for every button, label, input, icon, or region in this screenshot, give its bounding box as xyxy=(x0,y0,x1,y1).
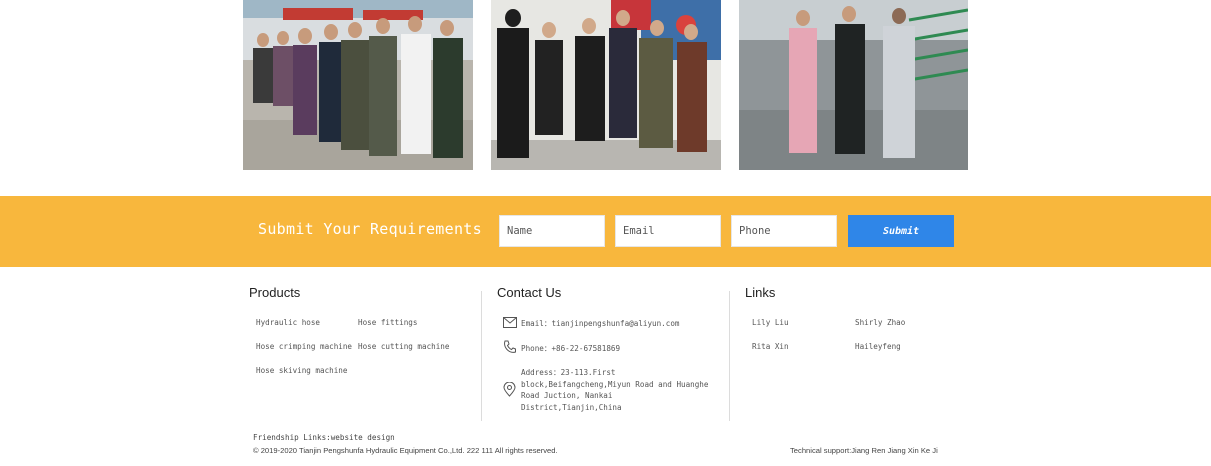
team-photo-2 xyxy=(491,0,721,170)
team-photo-2-image xyxy=(491,0,721,170)
product-link-hydraulic-hose[interactable]: Hydraulic hose xyxy=(256,318,320,327)
email-link[interactable]: tianjinpengshunfa@aliyun.com xyxy=(551,319,679,328)
link-shirly-zhao[interactable]: Shirly Zhao xyxy=(855,318,905,327)
product-link-hose-fittings[interactable]: Hose fittings xyxy=(358,318,417,327)
address-label: Address： xyxy=(521,368,561,377)
website-design-link[interactable]: website design xyxy=(331,433,395,442)
team-photo-3-image xyxy=(739,0,968,170)
phone-input[interactable] xyxy=(731,215,837,247)
links-title: Links xyxy=(745,285,776,300)
email-label: Email： xyxy=(521,319,552,328)
contact-title: Contact Us xyxy=(497,285,562,300)
email-input[interactable] xyxy=(615,215,721,247)
products-title: Products xyxy=(249,285,301,300)
product-link-hose-cutting-machine[interactable]: Hose cutting machine xyxy=(358,342,449,351)
friendship-links: Friendship Links:website design xyxy=(253,433,395,442)
team-photo-1-image xyxy=(243,0,473,170)
location-icon xyxy=(503,381,516,402)
phone-label: Phone： xyxy=(521,344,552,353)
product-link-hose-skiving-machine[interactable]: Hose skiving machine xyxy=(256,366,347,375)
friendship-label: Friendship Links: xyxy=(253,433,331,442)
support-label: Technical support: xyxy=(790,446,852,455)
technical-support: Technical support:Jiang Ren Jiang Xin Ke… xyxy=(790,446,938,455)
link-haileyfeng[interactable]: Haileyfeng xyxy=(855,342,901,351)
requirement-banner: Submit Your Requirements Submit xyxy=(0,196,1211,267)
mail-icon xyxy=(503,315,517,333)
link-lily-liu[interactable]: Lily Liu xyxy=(752,318,789,327)
phone-icon xyxy=(503,340,516,359)
phone-number: +86-22-67581869 xyxy=(551,344,621,353)
copyright-text: © 2019-2020 Tianjin Pengshunfa Hydraulic… xyxy=(253,446,558,455)
team-photo-1 xyxy=(243,0,473,170)
name-input[interactable] xyxy=(499,215,605,247)
column-divider xyxy=(481,291,482,421)
support-link[interactable]: Jiang Ren Jiang Xin Ke Ji xyxy=(851,446,938,455)
product-link-hose-crimping-machine[interactable]: Hose crimping machine xyxy=(256,342,352,351)
submit-button[interactable]: Submit xyxy=(848,215,954,247)
banner-title: Submit Your Requirements xyxy=(258,220,482,238)
team-photo-3 xyxy=(739,0,968,170)
column-divider xyxy=(729,291,730,421)
link-rita-xin[interactable]: Rita Xin xyxy=(752,342,789,351)
